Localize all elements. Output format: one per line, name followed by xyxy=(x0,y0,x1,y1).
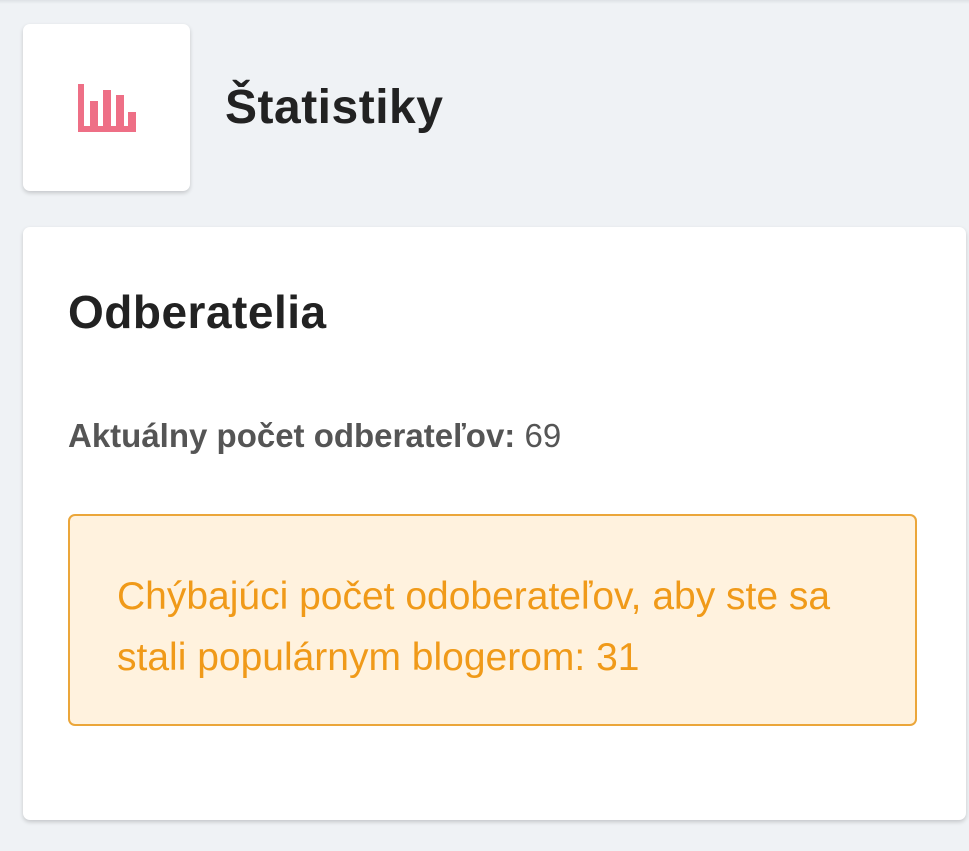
statistics-icon-tile xyxy=(23,24,190,191)
page-header: Štatistiky xyxy=(23,24,443,191)
page-title: Štatistiky xyxy=(225,81,444,134)
subscriber-count-value: 69 xyxy=(524,417,562,454)
subscribers-card: Odberatelia Aktuálny počet odberateľov: … xyxy=(23,227,966,820)
bar-chart-icon xyxy=(77,83,136,132)
subscriber-count: Aktuálny počet odberateľov: 69 xyxy=(68,419,561,452)
subscriber-count-label: Aktuálny počet odberateľov: xyxy=(68,417,516,454)
card-title: Odberatelia xyxy=(68,286,327,338)
missing-subscribers-alert: Chýbajúci počet odoberateľov, aby ste sa… xyxy=(68,514,917,726)
top-shadow xyxy=(0,0,969,4)
